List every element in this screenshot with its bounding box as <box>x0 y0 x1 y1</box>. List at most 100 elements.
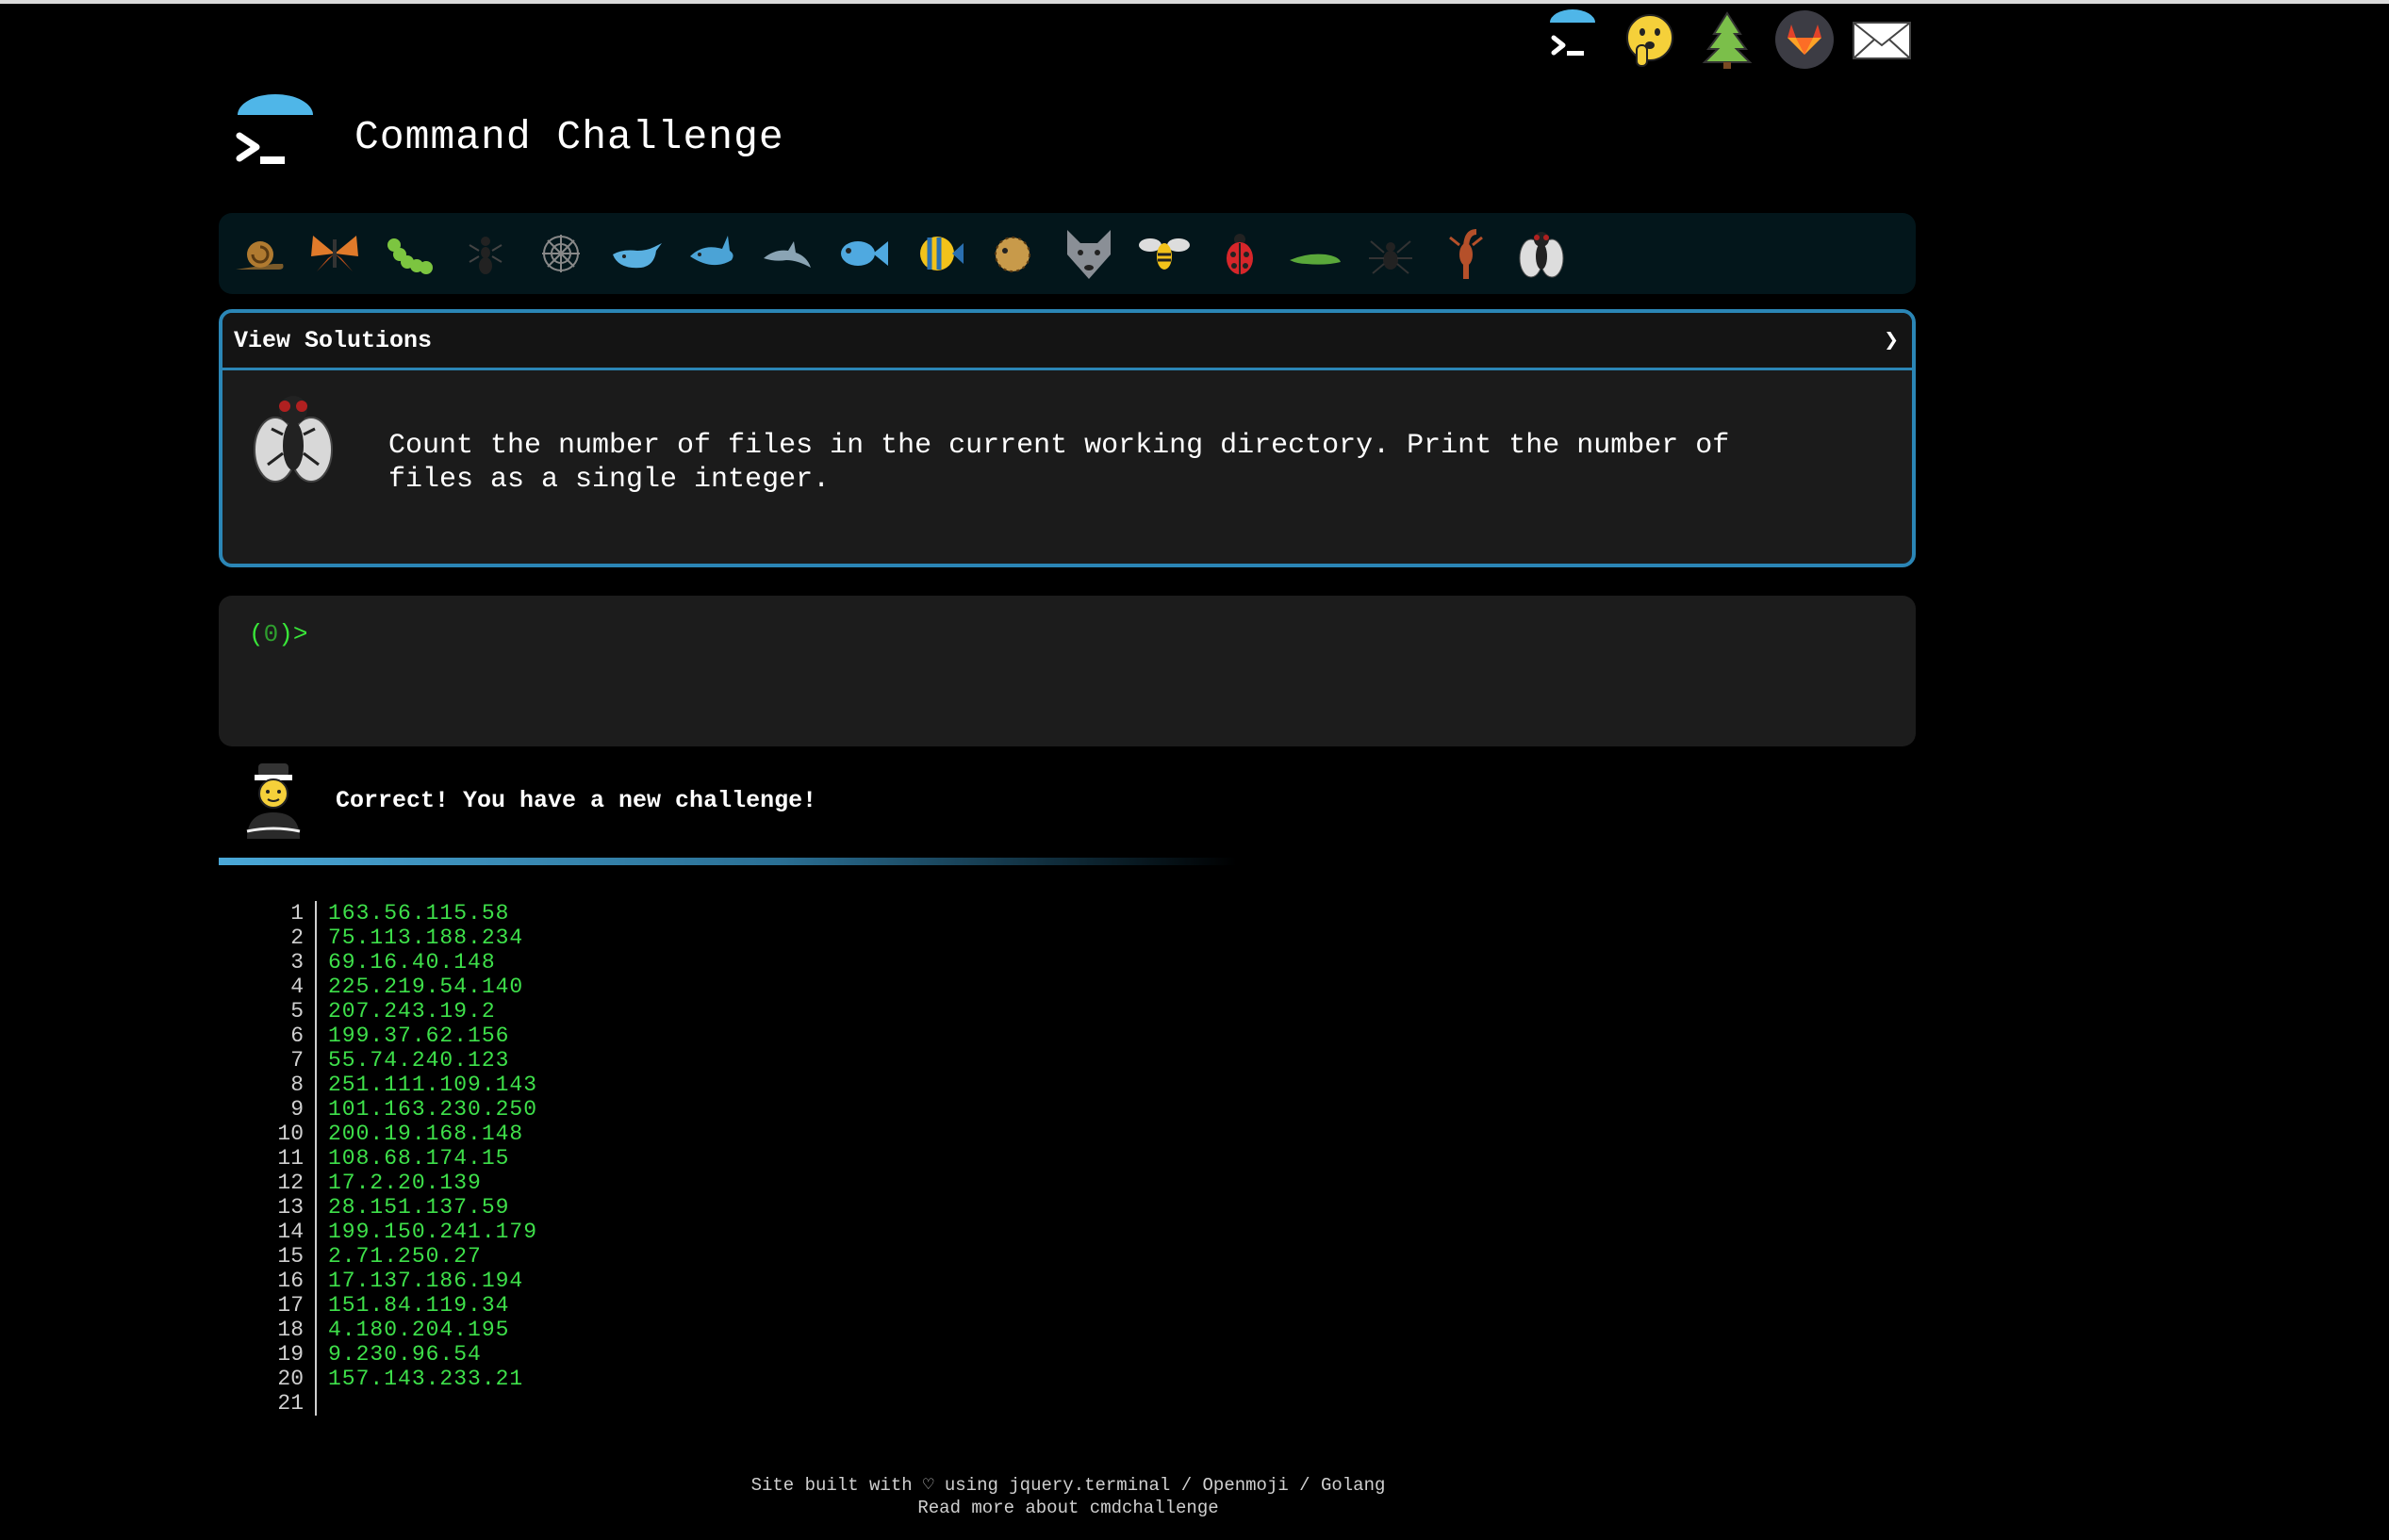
ant-icon[interactable] <box>456 224 515 283</box>
terminal-prompt: (0)> <box>249 620 307 648</box>
line-number: 4 <box>258 975 317 999</box>
tropical-fish-icon[interactable] <box>909 224 967 283</box>
openmoji-link[interactable]: Openmoji <box>1203 1475 1289 1496</box>
footer-separator: / <box>1288 1475 1321 1496</box>
list-item: 7 55.74.240.123 <box>258 1048 537 1073</box>
fish-icon[interactable] <box>833 224 892 283</box>
list-item: 5 207.243.19.2 <box>258 999 537 1024</box>
list-item: 6 199.37.62.156 <box>258 1024 537 1048</box>
line-number: 7 <box>258 1048 317 1073</box>
line-number: 8 <box>258 1073 317 1097</box>
line-number: 16 <box>258 1269 317 1293</box>
line-number: 21 <box>258 1391 317 1416</box>
footer-built-with: Site built with ♡ using <box>750 1475 1010 1496</box>
golang-link[interactable]: Golang <box>1321 1475 1385 1496</box>
top-border <box>0 0 2389 4</box>
list-item: 14 199.150.241.179 <box>258 1220 537 1244</box>
butterfly-icon[interactable] <box>305 224 364 283</box>
line-number: 20 <box>258 1367 317 1391</box>
terminal-logo-icon[interactable] <box>1542 8 1603 72</box>
list-item: 12 17.2.20.139 <box>258 1171 537 1195</box>
line-number: 13 <box>258 1195 317 1220</box>
line-value: 251.111.109.143 <box>328 1073 538 1097</box>
result-message: Correct! You have a new challenge! <box>243 758 816 844</box>
list-item: 21 <box>258 1391 537 1416</box>
dolphin-icon[interactable] <box>758 224 816 283</box>
ladybug-icon[interactable] <box>1211 224 1269 283</box>
line-number: 2 <box>258 926 317 950</box>
line-value: 2.71.250.27 <box>328 1244 482 1269</box>
line-number: 1 <box>258 901 317 926</box>
list-item: 1 163.56.115.58 <box>258 901 537 926</box>
line-value: 75.113.188.234 <box>328 926 524 950</box>
list-item: 10 200.19.168.148 <box>258 1122 537 1146</box>
whale-icon[interactable] <box>607 224 666 283</box>
jquery-terminal-link[interactable]: jquery.terminal <box>1009 1475 1170 1496</box>
output-listing: 1 163.56.115.58 2 75.113.188.234 3 69.16.40.1… <box>258 901 537 1416</box>
top-nav <box>1542 8 1912 72</box>
line-value: 17.2.20.139 <box>328 1171 482 1195</box>
scorpion-icon[interactable] <box>1437 224 1495 283</box>
list-item: 13 28.151.137.59 <box>258 1195 537 1220</box>
about-link[interactable]: cmdchallenge <box>1090 1498 1219 1518</box>
footer: Site built with ♡ using jquery.terminal … <box>0 1474 2136 1519</box>
line-value: 200.19.168.148 <box>328 1122 524 1146</box>
footer-separator: / <box>1170 1475 1203 1496</box>
line-value: 28.151.137.59 <box>328 1195 510 1220</box>
prompt-count: 0 <box>263 620 279 648</box>
correct-message-text: Correct! You have a new challenge! <box>336 787 817 814</box>
chevron-right-icon: ❯ <box>1884 326 1899 355</box>
spider-icon[interactable] <box>1361 224 1420 283</box>
line-number: 9 <box>258 1097 317 1122</box>
line-number: 14 <box>258 1220 317 1244</box>
line-value: 17.137.186.194 <box>328 1269 524 1293</box>
tree-icon[interactable] <box>1697 8 1757 72</box>
terminal-input[interactable]: (0)> <box>219 596 1916 746</box>
line-value: 199.37.62.156 <box>328 1024 510 1048</box>
line-number: 10 <box>258 1122 317 1146</box>
line-number: 15 <box>258 1244 317 1269</box>
line-number: 3 <box>258 950 317 975</box>
gitlab-icon[interactable] <box>1774 8 1835 72</box>
view-solutions-label: View Solutions <box>234 326 433 354</box>
footer-read-more: Read more about <box>917 1498 1090 1518</box>
line-value: 157.143.233.21 <box>328 1367 524 1391</box>
prompt-close: )> <box>278 620 308 648</box>
bee-icon[interactable] <box>1135 224 1194 283</box>
fly-icon[interactable] <box>1512 224 1571 283</box>
person-avatar-icon <box>243 758 304 844</box>
footer-line-2: Read more about cmdchallenge <box>0 1497 2136 1519</box>
line-value: 55.74.240.123 <box>328 1048 510 1073</box>
line-number: 12 <box>258 1171 317 1195</box>
challenge-panel: View Solutions ❯ Count the number of fil… <box>219 309 1916 567</box>
fly-icon <box>243 387 343 491</box>
line-value <box>317 1391 328 1416</box>
line-number: 6 <box>258 1024 317 1048</box>
view-solutions-toggle[interactable]: View Solutions ❯ <box>222 313 1912 370</box>
line-number: 17 <box>258 1293 317 1318</box>
line-value: 101.163.230.250 <box>328 1097 538 1122</box>
wolf-icon[interactable] <box>1060 224 1118 283</box>
challenge-nav-bar <box>219 213 1916 294</box>
caterpillar-icon[interactable] <box>381 224 439 283</box>
mail-icon[interactable] <box>1852 8 1912 72</box>
command-challenge-logo-icon[interactable] <box>236 94 315 179</box>
challenge-body: Count the number of files in the current… <box>222 370 1912 497</box>
list-item: 20 157.143.233.21 <box>258 1367 537 1391</box>
lizard-icon[interactable] <box>1286 224 1344 283</box>
spider-web-icon[interactable] <box>532 224 590 283</box>
line-number: 18 <box>258 1318 317 1342</box>
list-item: 15 2.71.250.27 <box>258 1244 537 1269</box>
shushing-face-icon[interactable] <box>1620 8 1680 72</box>
line-value: 225.219.54.140 <box>328 975 524 999</box>
blowfish-icon[interactable] <box>984 224 1043 283</box>
line-value: 163.56.115.58 <box>328 901 510 926</box>
list-item: 4 225.219.54.140 <box>258 975 537 999</box>
line-number: 5 <box>258 999 317 1024</box>
list-item: 18 4.180.204.195 <box>258 1318 537 1342</box>
shark-icon[interactable] <box>683 224 741 283</box>
list-item: 16 17.137.186.194 <box>258 1269 537 1293</box>
list-item: 11 108.68.174.15 <box>258 1146 537 1171</box>
line-number: 11 <box>258 1146 317 1171</box>
snail-icon[interactable] <box>230 224 288 283</box>
